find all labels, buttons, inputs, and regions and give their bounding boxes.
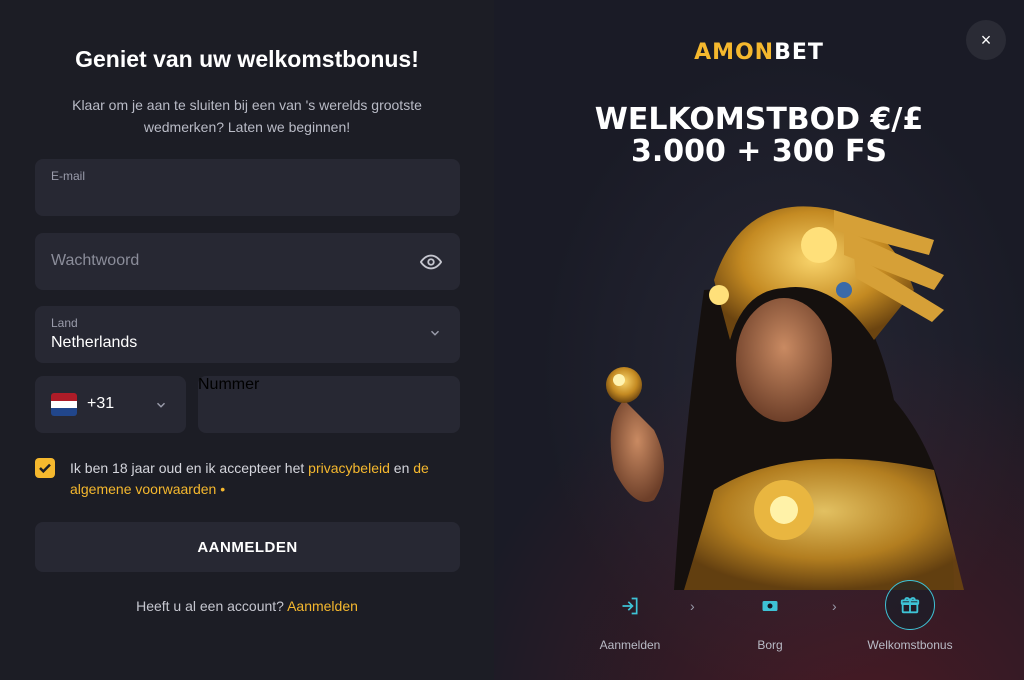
step-deposit-label: Borg <box>757 638 783 652</box>
login-link[interactable]: Aanmelden <box>287 598 358 614</box>
phone-prefix-code: +31 <box>87 395 115 412</box>
step-welcome-bonus-label: Welkomstbonus <box>867 638 953 652</box>
email-label: E-mail <box>51 169 86 183</box>
consent-text: Ik ben 18 jaar oud en ik accepteer het p… <box>70 458 460 500</box>
gift-icon <box>885 580 935 630</box>
eye-icon[interactable] <box>420 251 442 273</box>
consent-checkbox[interactable] <box>35 458 55 478</box>
password-field[interactable]: Wachtwoord <box>35 233 460 290</box>
required-marker: • <box>216 481 226 497</box>
egyptian-queen-illustration <box>606 206 964 590</box>
phone-placeholder: Nummer <box>198 376 260 393</box>
phone-number-input[interactable]: Nummer <box>198 376 460 433</box>
register-button[interactable]: AANMELDEN <box>35 522 460 572</box>
checkmark-icon <box>39 463 51 474</box>
country-label: Land <box>51 316 78 330</box>
form-title: Geniet van uw welkomstbonus! <box>75 46 419 72</box>
country-value: Netherlands <box>51 334 138 351</box>
login-prompt: Heeft u al een account? Aanmelden <box>0 598 494 614</box>
form-subtitle: Klaar om je aan te sluiten bij een van '… <box>72 97 422 135</box>
brand-logo: AMONBET <box>494 40 1024 65</box>
chevron-right-icon: › <box>690 598 695 614</box>
has-account-text: Heeft u al een account? <box>136 598 288 614</box>
logo-part2: BET <box>774 40 824 65</box>
step-welcome-bonus: Welkomstbonus <box>850 580 970 652</box>
netherlands-flag-icon <box>51 393 77 416</box>
country-select[interactable]: Land Netherlands <box>35 306 460 363</box>
promo-headline: WELKOMSTBOD €/£ 3.000 + 300 FS <box>594 102 924 169</box>
privacy-policy-link[interactable]: privacybeleid <box>308 460 390 476</box>
step-register: Aanmelden <box>590 580 670 652</box>
step-register-label: Aanmelden <box>599 638 661 652</box>
registration-modal: Geniet van uw welkomstbonus! Klaar om je… <box>0 0 1024 680</box>
chevron-down-icon <box>430 330 440 336</box>
step-deposit: Borg <box>730 580 810 652</box>
chevron-down-icon <box>156 402 166 408</box>
phone-prefix-select[interactable]: +31 <box>35 376 186 433</box>
chevron-right-icon: › <box>832 598 837 614</box>
progress-steps: Aanmelden › Borg › Welkomstbonus <box>494 580 1024 670</box>
email-field[interactable]: E-mail <box>35 159 460 216</box>
logo-part1: AMON <box>694 40 775 65</box>
login-icon <box>612 588 648 624</box>
password-placeholder: Wachtwoord <box>51 252 140 269</box>
close-icon: × <box>980 29 992 50</box>
consent-text-part2: en <box>389 460 414 476</box>
close-button[interactable]: × <box>966 20 1006 60</box>
consent-text-part1: Ik ben 18 jaar oud en ik accepteer het <box>70 460 309 476</box>
deposit-icon <box>752 588 788 624</box>
registration-form: Geniet van uw welkomstbonus! Klaar om je… <box>0 0 494 680</box>
promo-panel: AMONBET × WELKOMSTBOD €/£ 3.000 + 300 FS… <box>494 0 1024 680</box>
